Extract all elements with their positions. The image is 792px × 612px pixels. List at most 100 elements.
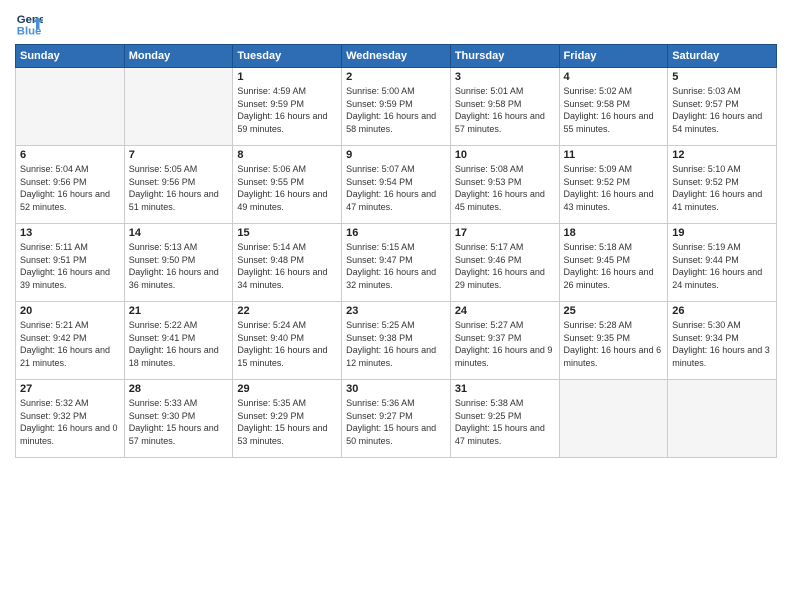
day-info: Sunrise: 5:07 AMSunset: 9:54 PMDaylight:… [346, 163, 446, 213]
day-info: Sunrise: 5:08 AMSunset: 9:53 PMDaylight:… [455, 163, 555, 213]
day-number: 13 [20, 227, 120, 239]
day-number: 3 [455, 71, 555, 83]
day-info: Sunrise: 5:35 AMSunset: 9:29 PMDaylight:… [237, 397, 337, 447]
calendar-cell: 24 Sunrise: 5:27 AMSunset: 9:37 PMDayligh… [450, 302, 559, 380]
day-number: 7 [129, 149, 229, 161]
day-info: Sunrise: 5:10 AMSunset: 9:52 PMDaylight:… [672, 163, 772, 213]
day-number: 8 [237, 149, 337, 161]
day-info: Sunrise: 5:27 AMSunset: 9:37 PMDaylight:… [455, 319, 555, 369]
calendar-cell [559, 380, 668, 458]
day-info: Sunrise: 5:25 AMSunset: 9:38 PMDaylight:… [346, 319, 446, 369]
calendar-cell: 11Sunrise: 5:09 AMSunset: 9:52 PMDayligh… [559, 146, 668, 224]
day-number: 24 [455, 305, 555, 317]
day-number: 17 [455, 227, 555, 239]
calendar-cell: 4 Sunrise: 5:02 AMSunset: 9:58 PMDaylight… [559, 68, 668, 146]
calendar-cell: 12 Sunrise: 5:10 AMSunset: 9:52 PMDayligh… [668, 146, 777, 224]
day-number: 20 [20, 305, 120, 317]
calendar-cell: 25 Sunrise: 5:28 AMSunset: 9:35 PMDayligh… [559, 302, 668, 380]
week-row-4: 20 Sunrise: 5:21 AMSunset: 9:42 PMDayligh… [16, 302, 777, 380]
day-header-thursday: Thursday [450, 45, 559, 68]
calendar-cell: 20 Sunrise: 5:21 AMSunset: 9:42 PMDayligh… [16, 302, 125, 380]
calendar-container: General Blue SundayMondayTuesdayWednesda… [0, 0, 792, 612]
calendar-cell: 17 Sunrise: 5:17 AMSunset: 9:46 PMDayligh… [450, 224, 559, 302]
calendar-cell: 21Sunrise: 5:22 AMSunset: 9:41 PMDayligh… [124, 302, 233, 380]
day-header-tuesday: Tuesday [233, 45, 342, 68]
day-info: Sunrise: 5:38 AMSunset: 9:25 PMDaylight:… [455, 397, 555, 447]
day-info: Sunrise: 5:21 AMSunset: 9:42 PMDaylight:… [20, 319, 120, 369]
day-number: 23 [346, 305, 446, 317]
calendar-cell: 15Sunrise: 5:14 AMSunset: 9:48 PMDayligh… [233, 224, 342, 302]
calendar-cell: 13 Sunrise: 5:11 AMSunset: 9:51 PMDayligh… [16, 224, 125, 302]
day-info: Sunrise: 5:00 AMSunset: 9:59 PMDaylight:… [346, 85, 446, 135]
calendar-cell: 14 Sunrise: 5:13 AMSunset: 9:50 PMDayligh… [124, 224, 233, 302]
day-number: 31 [455, 383, 555, 395]
day-info: Sunrise: 5:11 AMSunset: 9:51 PMDaylight:… [20, 241, 120, 291]
day-number: 21 [129, 305, 229, 317]
day-info: Sunrise: 5:24 AMSunset: 9:40 PMDaylight:… [237, 319, 337, 369]
day-info: Sunrise: 5:36 AMSunset: 9:27 PMDaylight:… [346, 397, 446, 447]
calendar-cell: 23 Sunrise: 5:25 AMSunset: 9:38 PMDayligh… [342, 302, 451, 380]
day-number: 16 [346, 227, 446, 239]
day-number: 2 [346, 71, 446, 83]
day-header-wednesday: Wednesday [342, 45, 451, 68]
day-number: 26 [672, 305, 772, 317]
day-number: 18 [564, 227, 664, 239]
calendar-table: SundayMondayTuesdayWednesdayThursdayFrid… [15, 44, 777, 458]
day-number: 6 [20, 149, 120, 161]
week-row-3: 13 Sunrise: 5:11 AMSunset: 9:51 PMDayligh… [16, 224, 777, 302]
day-info: Sunrise: 5:02 AMSunset: 9:58 PMDaylight:… [564, 85, 664, 135]
day-info: Sunrise: 5:03 AMSunset: 9:57 PMDaylight:… [672, 85, 772, 135]
day-info: Sunrise: 5:32 AMSunset: 9:32 PMDaylight:… [20, 397, 120, 447]
header: General Blue [15, 10, 777, 38]
day-header-monday: Monday [124, 45, 233, 68]
day-number: 12 [672, 149, 772, 161]
day-number: 14 [129, 227, 229, 239]
calendar-cell: 9 Sunrise: 5:07 AMSunset: 9:54 PMDaylight… [342, 146, 451, 224]
day-number: 30 [346, 383, 446, 395]
day-info: Sunrise: 5:30 AMSunset: 9:34 PMDaylight:… [672, 319, 772, 369]
day-number: 15 [237, 227, 337, 239]
calendar-cell: 22 Sunrise: 5:24 AMSunset: 9:40 PMDayligh… [233, 302, 342, 380]
day-info: Sunrise: 5:19 AMSunset: 9:44 PMDaylight:… [672, 241, 772, 291]
day-number: 11 [564, 149, 664, 161]
day-number: 5 [672, 71, 772, 83]
calendar-cell: 5 Sunrise: 5:03 AMSunset: 9:57 PMDaylight… [668, 68, 777, 146]
calendar-cell: 18 Sunrise: 5:18 AMSunset: 9:45 PMDayligh… [559, 224, 668, 302]
calendar-cell: 8 Sunrise: 5:06 AMSunset: 9:55 PMDaylight… [233, 146, 342, 224]
week-row-1: 1 Sunrise: 4:59 AMSunset: 9:59 PMDaylight… [16, 68, 777, 146]
logo-icon: General Blue [15, 10, 43, 38]
day-header-friday: Friday [559, 45, 668, 68]
calendar-cell: 27 Sunrise: 5:32 AMSunset: 9:32 PMDayligh… [16, 380, 125, 458]
day-number: 27 [20, 383, 120, 395]
day-number: 10 [455, 149, 555, 161]
day-info: Sunrise: 5:17 AMSunset: 9:46 PMDaylight:… [455, 241, 555, 291]
day-number: 1 [237, 71, 337, 83]
day-number: 9 [346, 149, 446, 161]
day-number: 22 [237, 305, 337, 317]
calendar-cell: 31 Sunrise: 5:38 AMSunset: 9:25 PMDayligh… [450, 380, 559, 458]
day-number: 4 [564, 71, 664, 83]
day-info: Sunrise: 4:59 AMSunset: 9:59 PMDaylight:… [237, 85, 337, 135]
day-header-sunday: Sunday [16, 45, 125, 68]
calendar-header-row: SundayMondayTuesdayWednesdayThursdayFrid… [16, 45, 777, 68]
day-info: Sunrise: 5:28 AMSunset: 9:35 PMDaylight:… [564, 319, 664, 369]
calendar-cell [124, 68, 233, 146]
day-number: 25 [564, 305, 664, 317]
week-row-2: 6 Sunrise: 5:04 AMSunset: 9:56 PMDaylight… [16, 146, 777, 224]
calendar-cell: 6 Sunrise: 5:04 AMSunset: 9:56 PMDaylight… [16, 146, 125, 224]
day-info: Sunrise: 5:18 AMSunset: 9:45 PMDaylight:… [564, 241, 664, 291]
day-info: Sunrise: 5:15 AMSunset: 9:47 PMDaylight:… [346, 241, 446, 291]
calendar-cell: 29Sunrise: 5:35 AMSunset: 9:29 PMDayligh… [233, 380, 342, 458]
week-row-5: 27 Sunrise: 5:32 AMSunset: 9:32 PMDayligh… [16, 380, 777, 458]
calendar-cell: 16 Sunrise: 5:15 AMSunset: 9:47 PMDayligh… [342, 224, 451, 302]
day-header-saturday: Saturday [668, 45, 777, 68]
calendar-cell: 7Sunrise: 5:05 AMSunset: 9:56 PMDaylight… [124, 146, 233, 224]
day-info: Sunrise: 5:06 AMSunset: 9:55 PMDaylight:… [237, 163, 337, 213]
calendar-cell: 26 Sunrise: 5:30 AMSunset: 9:34 PMDayligh… [668, 302, 777, 380]
calendar-cell: 1 Sunrise: 4:59 AMSunset: 9:59 PMDaylight… [233, 68, 342, 146]
day-info: Sunrise: 5:04 AMSunset: 9:56 PMDaylight:… [20, 163, 120, 213]
day-info: Sunrise: 5:13 AMSunset: 9:50 PMDaylight:… [129, 241, 229, 291]
calendar-cell: 3Sunrise: 5:01 AMSunset: 9:58 PMDaylight… [450, 68, 559, 146]
calendar-cell: 10 Sunrise: 5:08 AMSunset: 9:53 PMDayligh… [450, 146, 559, 224]
day-number: 19 [672, 227, 772, 239]
